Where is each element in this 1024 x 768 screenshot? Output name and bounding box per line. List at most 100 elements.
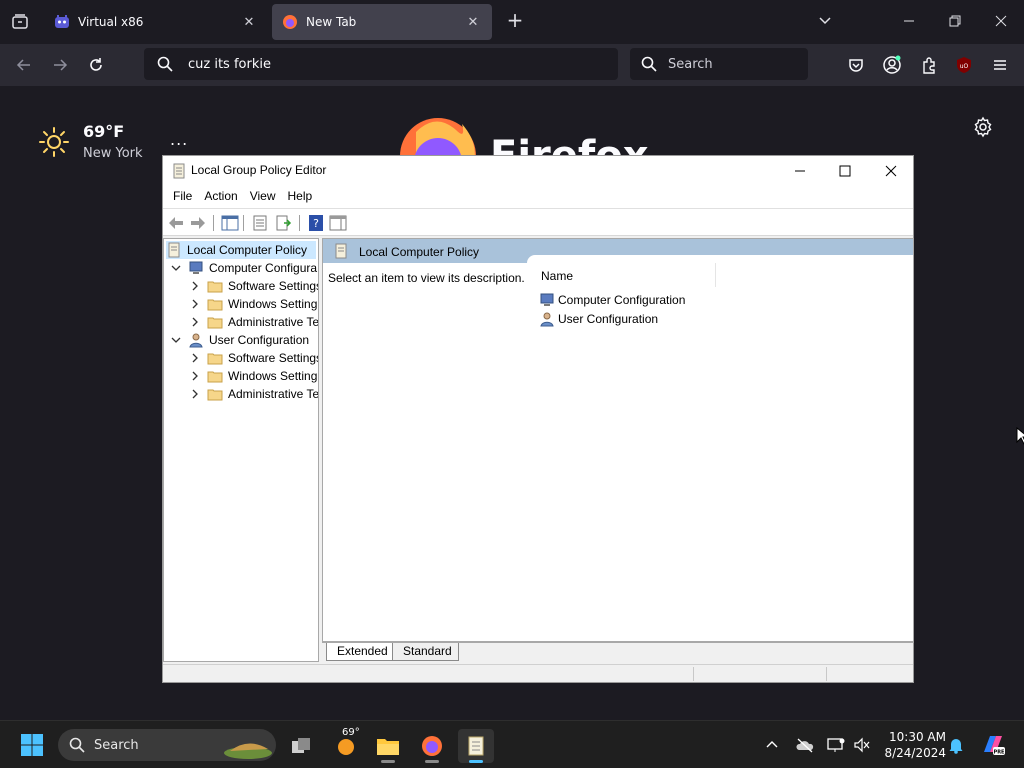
- tab-standard[interactable]: Standard: [392, 643, 459, 661]
- chevron-right-icon[interactable]: [189, 370, 201, 382]
- gear-icon[interactable]: [972, 116, 994, 138]
- extensions-icon[interactable]: [918, 54, 940, 76]
- notification-bell-icon[interactable]: [946, 735, 966, 755]
- chevron-right-icon[interactable]: [189, 388, 201, 400]
- column-header-name[interactable]: Name: [541, 269, 573, 283]
- chevron-right-icon[interactable]: [189, 352, 201, 364]
- tab-new-tab[interactable]: New Tab ✕: [272, 4, 492, 40]
- forward-arrow-icon[interactable]: [48, 53, 72, 77]
- file-explorer-icon[interactable]: [370, 729, 406, 763]
- description-text: Select an item to view its description.: [328, 271, 525, 285]
- window-title: Local Group Policy Editor: [191, 163, 327, 177]
- taskbar-search-box[interactable]: Search: [58, 729, 276, 761]
- volume-muted-icon[interactable]: [852, 735, 872, 755]
- forward-arrow-icon[interactable]: [189, 214, 207, 232]
- folder-icon: [207, 371, 223, 383]
- details-header-title: Local Computer Policy: [359, 245, 480, 259]
- group-policy-editor-window: Local Group Policy Editor File Action Vi…: [162, 155, 914, 683]
- tree-item-label: Administrative Te: [228, 387, 319, 401]
- back-arrow-icon[interactable]: [167, 214, 185, 232]
- maximize-icon[interactable]: [833, 160, 857, 182]
- show-hide-action-pane-icon[interactable]: [329, 214, 347, 232]
- url-bar[interactable]: cuz its forkie: [144, 48, 618, 80]
- tree-item-software-settings[interactable]: Software Settings: [189, 349, 318, 367]
- tab-list-icon[interactable]: [8, 10, 32, 34]
- menu-action[interactable]: Action: [198, 186, 243, 208]
- weather-more-options-icon[interactable]: ...: [170, 130, 188, 149]
- properties-icon[interactable]: [251, 214, 269, 232]
- restore-icon[interactable]: [944, 10, 966, 32]
- search-icon: [641, 56, 657, 72]
- export-list-icon[interactable]: [275, 214, 293, 232]
- folder-icon: [207, 281, 223, 293]
- tab-title: New Tab: [306, 15, 357, 29]
- mouse-cursor-icon: [1016, 427, 1024, 445]
- tree-item-windows-settings[interactable]: Windows Setting: [189, 295, 317, 313]
- windows-start-icon[interactable]: [20, 733, 44, 757]
- help-icon[interactable]: ?: [307, 214, 325, 232]
- tree-item-administrative-templates[interactable]: Administrative Te: [189, 385, 319, 403]
- show-hide-console-tree-icon[interactable]: [221, 214, 239, 232]
- close-icon[interactable]: ✕: [464, 13, 482, 31]
- menu-view[interactable]: View: [244, 186, 282, 208]
- task-view-icon[interactable]: [283, 729, 319, 763]
- reload-icon[interactable]: [84, 53, 108, 77]
- copilot-icon[interactable]: PRE: [980, 732, 1006, 758]
- window-title-bar[interactable]: Local Group Policy Editor: [163, 156, 913, 186]
- network-display-icon[interactable]: [826, 735, 846, 755]
- show-hidden-icons-chevron-up-icon[interactable]: [762, 735, 782, 755]
- details-header: Local Computer Policy: [323, 239, 913, 263]
- chevron-down-icon[interactable]: [170, 334, 182, 346]
- tree-item-label: Software Settings: [228, 279, 319, 293]
- chevron-right-icon[interactable]: [189, 280, 201, 292]
- console-tree: Local Computer Policy Computer Configura…: [163, 238, 319, 662]
- search-bar[interactable]: Search: [630, 48, 808, 80]
- column-divider[interactable]: [715, 263, 716, 287]
- minimize-icon[interactable]: [898, 10, 920, 32]
- chevron-right-icon[interactable]: [189, 298, 201, 310]
- tree-item-windows-settings[interactable]: Windows Setting: [189, 367, 317, 385]
- computer-icon: [540, 293, 554, 306]
- onedrive-offline-icon[interactable]: [795, 735, 815, 755]
- close-icon[interactable]: [879, 160, 903, 182]
- tree-item-label: Administrative Te: [228, 315, 319, 329]
- new-tab-plus-icon[interactable]: +: [504, 10, 526, 32]
- list-item-user-configuration[interactable]: User Configuration: [539, 310, 658, 328]
- chevron-down-icon[interactable]: [170, 262, 182, 274]
- status-divider: [826, 667, 827, 681]
- chevron-right-icon[interactable]: [189, 316, 201, 328]
- tab-extended[interactable]: Extended: [326, 643, 395, 661]
- tab-virtual-x86[interactable]: Virtual x86 ✕: [44, 4, 268, 40]
- ublock-origin-icon[interactable]: uO: [953, 54, 975, 76]
- menu-help[interactable]: Help: [282, 186, 319, 208]
- search-placeholder: Search: [668, 56, 713, 72]
- account-icon[interactable]: [881, 54, 903, 76]
- pocket-icon[interactable]: [845, 54, 867, 76]
- toolbar: ?: [163, 208, 913, 236]
- close-icon[interactable]: ✕: [240, 13, 258, 31]
- tree-item-label: Computer Configura: [209, 261, 318, 275]
- minimize-icon[interactable]: [788, 160, 812, 182]
- firefox-taskbar-icon[interactable]: [414, 729, 450, 763]
- tree-item-label: Local Computer Policy: [187, 243, 308, 257]
- svg-text:PRE: PRE: [994, 750, 1006, 756]
- tree-item-local-computer-policy[interactable]: Local Computer Policy: [166, 241, 316, 259]
- firefox-icon: [283, 15, 297, 29]
- firefox-logo-icon: [396, 112, 480, 156]
- hamburger-menu-icon[interactable]: [989, 54, 1011, 76]
- tree-item-computer-configuration[interactable]: Computer Configura: [170, 259, 317, 277]
- tree-item-user-configuration[interactable]: User Configuration: [170, 331, 309, 349]
- system-clock[interactable]: 10:30 AM 8/24/2024: [878, 729, 946, 761]
- chevron-down-icon[interactable]: [814, 10, 836, 32]
- back-arrow-icon[interactable]: [12, 53, 36, 77]
- details-pane: Local Computer Policy Select an item to …: [322, 238, 914, 642]
- tree-item-label: Windows Setting: [228, 297, 318, 311]
- view-tabs: Extended Standard: [322, 642, 914, 662]
- close-window-icon[interactable]: [990, 10, 1012, 32]
- search-icon: [157, 56, 173, 72]
- tree-item-administrative-templates[interactable]: Administrative Te: [189, 313, 319, 331]
- list-item-computer-configuration[interactable]: Computer Configuration: [539, 291, 685, 309]
- tree-item-software-settings[interactable]: Software Settings: [189, 277, 319, 295]
- menu-file[interactable]: File: [167, 186, 198, 208]
- group-policy-taskbar-icon[interactable]: [458, 729, 494, 763]
